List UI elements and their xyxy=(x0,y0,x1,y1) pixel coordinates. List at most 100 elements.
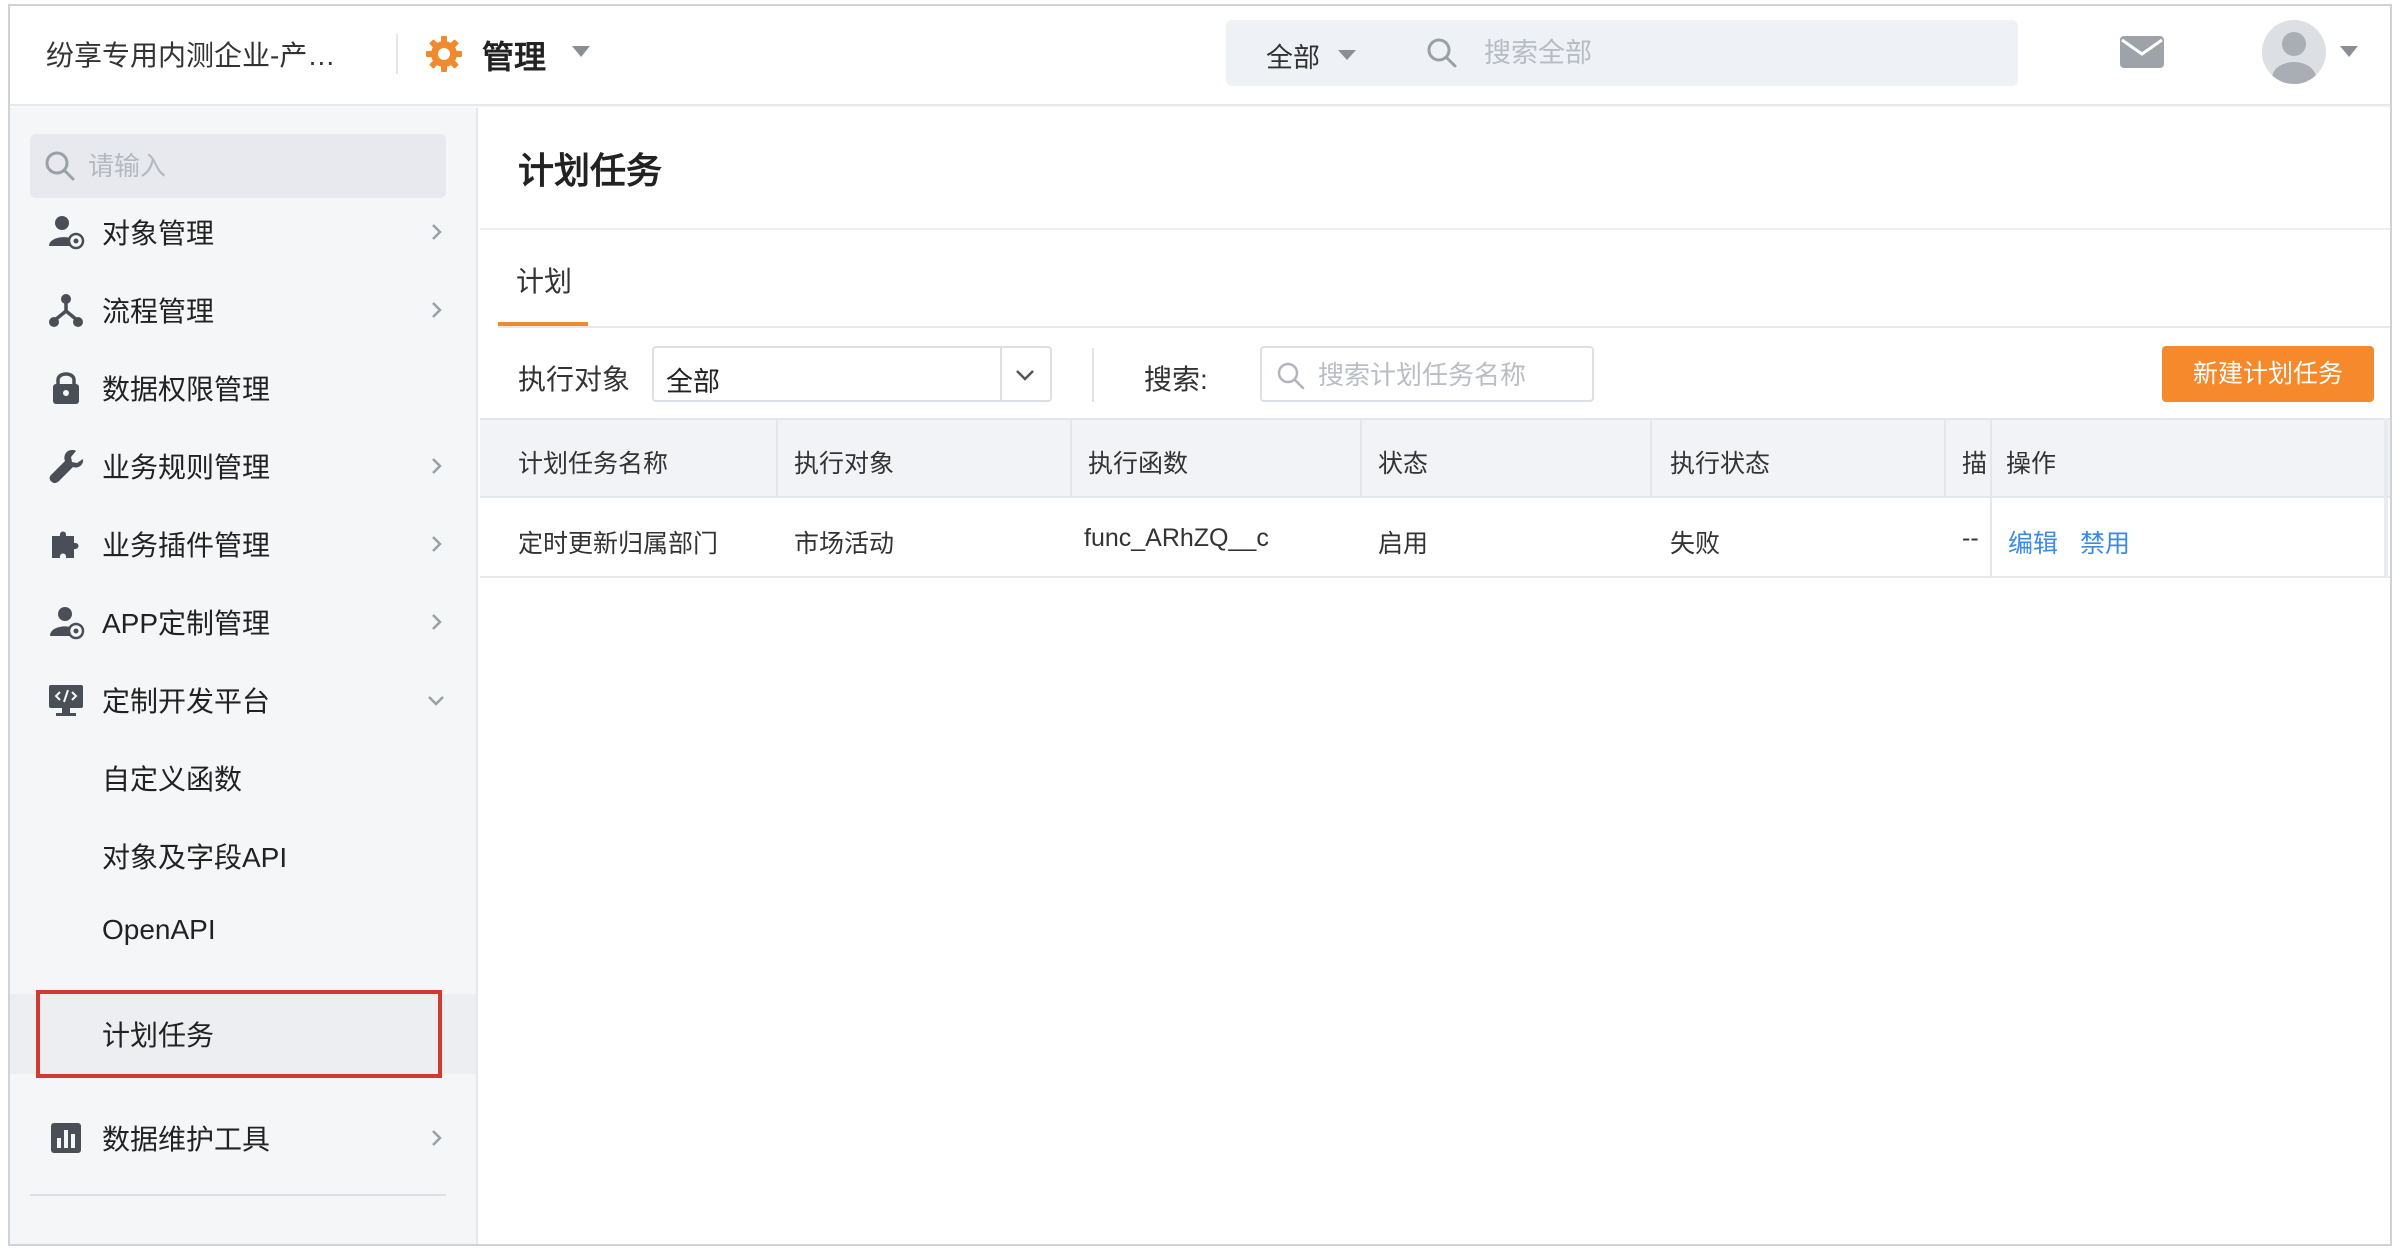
sidebar-item-data-permission[interactable]: 数据权限管理 xyxy=(10,348,476,428)
puzzle-icon xyxy=(52,531,79,558)
sidebar-item-label: 业务插件管理 xyxy=(102,530,271,561)
tab-divider xyxy=(498,326,2390,328)
filter-divider xyxy=(1092,348,1094,402)
sidebar-item-dev-platform[interactable]: 定制开发平台 xyxy=(10,660,476,740)
chevron-down-icon[interactable] xyxy=(1012,362,1038,388)
sidebar-search-input[interactable] xyxy=(88,146,428,186)
chevron-right-icon xyxy=(432,302,442,318)
exec-object-label: 执行对象 xyxy=(518,364,631,395)
edit-link[interactable]: 编辑 xyxy=(2008,524,2058,560)
table-row: 定时更新归属部门 市场活动 func_ARhZQ__c 启用 失败 -- 编辑 … xyxy=(480,498,2390,578)
sidebar-item-label: 数据权限管理 xyxy=(102,374,271,405)
disable-link[interactable]: 禁用 xyxy=(2080,524,2130,560)
avatar-caret-icon[interactable] xyxy=(2340,46,2358,57)
chevron-right-icon xyxy=(432,614,442,630)
column-separator[interactable] xyxy=(1944,420,1946,498)
search-icon xyxy=(1427,38,1457,68)
sidebar-item-object-manage[interactable]: 对象管理 xyxy=(10,192,476,272)
search-scope-select[interactable]: 全部 xyxy=(1266,36,1320,75)
module-caret-icon[interactable] xyxy=(572,46,590,57)
sidebar-subitem-custom-function[interactable]: 自定义函数 xyxy=(10,738,476,818)
sidebar-item-label: 数据维护工具 xyxy=(102,1124,271,1155)
exec-object-cell: 市场活动 xyxy=(794,530,895,558)
bar-chart-icon xyxy=(51,1123,81,1153)
chevron-right-icon xyxy=(432,458,442,474)
sidebar-item-label: 业务规则管理 xyxy=(102,452,271,483)
mail-icon[interactable] xyxy=(2118,32,2166,72)
scrollbar-edge[interactable] xyxy=(2384,418,2388,578)
search-label: 搜索: xyxy=(1144,364,1208,395)
description-cell: -- xyxy=(1962,524,1979,552)
sidebar-item-data-tools[interactable]: 数据维护工具 xyxy=(10,1098,476,1178)
task-search xyxy=(1260,346,1594,402)
select-separator xyxy=(1000,348,1002,400)
exec-object-value: 全部 xyxy=(666,367,720,397)
task-search-input[interactable] xyxy=(1318,356,1588,394)
app-window: 纷享专用内测企业-产… 管理 全部 搜索全部 请输入 对象管理 流程管理 数据权… xyxy=(8,4,2392,1246)
status-cell: 启用 xyxy=(1378,530,1429,558)
tab-plan[interactable]: 计划 xyxy=(516,260,572,300)
app-settings-icon xyxy=(50,607,85,640)
sidebar-item-business-rules[interactable]: 业务规则管理 xyxy=(10,426,476,506)
exec-status-cell: 失败 xyxy=(1670,530,1721,558)
sidebar-item-business-plugins[interactable]: 业务插件管理 xyxy=(10,504,476,584)
column-separator[interactable] xyxy=(776,420,778,498)
column-separator xyxy=(1990,498,1992,578)
sidebar-item-label: APP定制管理 xyxy=(102,608,271,639)
column-header[interactable]: 状态 xyxy=(1378,444,1428,480)
column-header[interactable]: 执行函数 xyxy=(1088,444,1188,480)
new-scheduled-task-button[interactable]: 新建计划任务 xyxy=(2162,346,2374,402)
chevron-right-icon xyxy=(432,224,442,240)
column-separator[interactable] xyxy=(1070,420,1072,498)
sidebar: 对象管理 流程管理 数据权限管理 xyxy=(10,108,478,1244)
gear-icon xyxy=(424,34,464,74)
module-title[interactable]: 管理 xyxy=(482,32,546,78)
column-header[interactable]: 描 xyxy=(1962,444,1987,480)
sidebar-item-label: 对象及字段API xyxy=(102,842,288,873)
column-header[interactable]: 操作 xyxy=(2006,444,2056,480)
active-item-highlight xyxy=(36,990,442,1078)
top-bar: 纷享专用内测企业-产… 管理 全部 xyxy=(10,6,2390,106)
page-title: 计划任务 xyxy=(518,150,663,191)
company-name[interactable]: 纷享专用内测企业-产… xyxy=(46,34,335,74)
lock-icon xyxy=(53,372,79,404)
chevron-down-icon xyxy=(428,696,444,706)
exec-function-cell: func_ARhZQ__c xyxy=(1084,524,1269,552)
global-search-input[interactable] xyxy=(1484,32,1984,74)
scope-caret-icon[interactable] xyxy=(1338,50,1356,60)
column-header[interactable]: 计划任务名称 xyxy=(518,444,668,480)
exec-object-select[interactable]: 全部 xyxy=(652,346,1052,402)
code-monitor-icon xyxy=(49,685,83,716)
column-separator[interactable] xyxy=(1990,420,1992,498)
chevron-right-icon xyxy=(432,1130,442,1146)
task-name-cell: 定时更新归属部门 xyxy=(518,530,719,558)
sidebar-item-label: OpenAPI xyxy=(102,914,216,945)
sidebar-item-flow-manage[interactable]: 流程管理 xyxy=(10,270,476,350)
sidebar-search xyxy=(30,134,446,198)
search-icon xyxy=(45,151,75,181)
main-content: 计划任务 计划 执行对象 全部 搜索: 新建计划任务 计划任务名称 执行对象 xyxy=(480,108,2390,1244)
global-search: 全部 xyxy=(1226,20,2018,86)
chevron-right-icon xyxy=(432,536,442,552)
table-header: 计划任务名称 执行对象 执行函数 状态 执行状态 描 操作 xyxy=(480,418,2390,498)
user-icon xyxy=(2272,32,2316,84)
object-manage-icon xyxy=(49,216,85,250)
flow-icon xyxy=(49,294,83,327)
column-header[interactable]: 执行对象 xyxy=(794,444,894,480)
column-separator[interactable] xyxy=(1360,420,1362,498)
sidebar-divider xyxy=(30,1194,446,1196)
wrench-icon xyxy=(49,450,84,484)
column-header[interactable]: 执行状态 xyxy=(1670,444,1770,480)
avatar[interactable] xyxy=(2262,20,2326,84)
sidebar-item-label: 定制开发平台 xyxy=(102,686,271,717)
topbar-divider xyxy=(396,34,398,74)
divider xyxy=(480,228,2390,230)
search-icon xyxy=(1277,362,1305,390)
sidebar-item-label: 对象管理 xyxy=(102,218,215,249)
sidebar-item-label: 流程管理 xyxy=(102,296,215,327)
column-separator[interactable] xyxy=(1650,420,1652,498)
sidebar-subitem-object-field-api[interactable]: 对象及字段API xyxy=(10,816,476,896)
sidebar-item-app-custom[interactable]: APP定制管理 xyxy=(10,582,476,662)
sidebar-item-label: 自定义函数 xyxy=(102,764,243,795)
sidebar-subitem-openapi[interactable]: OpenAPI xyxy=(10,894,476,974)
